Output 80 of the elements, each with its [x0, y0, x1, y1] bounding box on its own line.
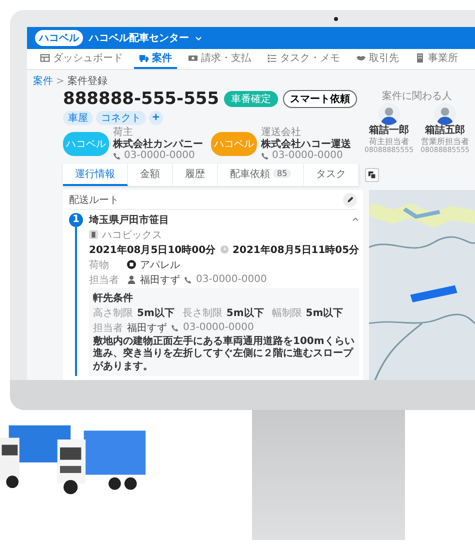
box-icon — [127, 260, 136, 269]
company-name: 株式会社ハコー運送 — [261, 138, 351, 150]
condition-label: 長さ制限 — [182, 306, 222, 320]
access-note: 敷地内の建物正面左手にある車両通用道路を100mくらい進み、突き当りを左折してすぐ左側に２階に進むスロープがあります。 — [93, 336, 356, 373]
company-logo: ハコベル — [63, 132, 109, 156]
building-icon — [415, 53, 425, 63]
status-badge: 車番確定 — [224, 91, 278, 107]
conditions-title: 軒先条件 — [93, 292, 134, 304]
caret-icon[interactable] — [195, 36, 202, 40]
end-time: 2021年08月5日11時05分 — [232, 244, 360, 256]
tab[interactable]: 運行情報 — [63, 164, 128, 186]
copy-icon — [368, 170, 376, 178]
contact-phone: 03-0000-0000 — [196, 274, 267, 285]
tab[interactable]: 履歴 — [173, 164, 218, 186]
phone-icon — [184, 276, 192, 284]
field-label: 担当者 — [89, 274, 120, 286]
card-title: 配送ルート — [69, 194, 119, 206]
app-logo: ハコベル — [35, 30, 83, 46]
nav-tab[interactable]: 事業所 — [410, 49, 463, 69]
add-tag-button[interactable]: + — [149, 111, 163, 125]
condition-value: 5m以下 — [137, 306, 174, 320]
condition-value: 5m以下 — [226, 306, 264, 320]
banknote-icon — [188, 53, 198, 63]
company-phone: 03-0000-0000 — [124, 150, 195, 162]
chevron-up-icon[interactable] — [352, 217, 360, 222]
nav-tab[interactable]: タスク・メモ — [262, 49, 345, 69]
company-logo: ハコベル — [211, 132, 257, 156]
person-name: 箱詰一郎 — [369, 125, 409, 136]
cargo-value: アパレル — [140, 258, 180, 272]
contact-phone: 03-0000-0000 — [183, 322, 254, 333]
count-badge: 85 — [273, 169, 292, 178]
building-icon — [89, 230, 98, 239]
copy-button[interactable] — [365, 168, 380, 182]
avatar-icon — [378, 103, 400, 125]
contact-name: 福田すず — [127, 322, 167, 334]
smart-request-button[interactable]: スマート依頼 — [283, 90, 358, 108]
breadcrumb-current: 案件登録 — [67, 74, 108, 88]
company-phone: 03-0000-0000 — [272, 150, 343, 162]
board-icon — [40, 53, 50, 63]
stop-address: 埼玉県戸田市笹目 — [89, 213, 169, 226]
stop-company: ハコビックス — [102, 228, 162, 242]
list-icon — [267, 53, 277, 63]
case-number: 888888-555-555 — [63, 89, 220, 109]
person-role: 営業所担当者 — [421, 136, 469, 146]
nav-tab[interactable]: 請求・支払 — [183, 49, 256, 69]
person-icon — [127, 275, 136, 284]
stop-number: 1 — [69, 212, 83, 226]
nav-tab[interactable]: 案件 — [134, 49, 177, 69]
person-role: 荷主担当者 — [369, 136, 409, 146]
tab[interactable]: 配車依頼 85 — [218, 164, 304, 186]
tab[interactable]: 金額 — [128, 164, 173, 186]
field-label: 担当者 — [93, 322, 123, 334]
people-heading: 案件に関わる人 — [382, 90, 452, 103]
camera-dot — [334, 16, 338, 20]
tag: コネクト — [96, 111, 146, 125]
phone-icon — [171, 324, 179, 332]
nav-tab[interactable]: 取引先 — [351, 49, 404, 69]
breadcrumb-separator: > — [56, 76, 64, 86]
pencil-icon — [346, 196, 354, 203]
person-name: 箱詰五郎 — [425, 125, 465, 136]
nav-tab[interactable]: ダッシュボード — [35, 49, 128, 69]
field-label: 荷物 — [89, 258, 110, 272]
avatar-icon — [434, 103, 456, 125]
app-title[interactable]: ハコベル配車センター — [89, 31, 189, 45]
phone-icon — [261, 152, 269, 160]
company-role: 運送会社 — [261, 127, 302, 138]
company-role: 荷主 — [113, 127, 134, 138]
condition-label: 幅制限 — [272, 306, 302, 320]
company-name: 株式会社カンパニー — [113, 138, 203, 150]
breadcrumb-link[interactable]: 案件 — [33, 74, 53, 88]
condition-label: 高さ制限 — [93, 306, 133, 320]
truck-icon — [139, 53, 149, 63]
condition-value: 5m以下 — [306, 306, 344, 320]
start-time: 2021年08月5日10時00分 — [89, 244, 216, 256]
tag: 車屋 — [63, 111, 93, 125]
contact-name: 福田すず — [140, 274, 180, 286]
phone-icon — [113, 152, 121, 160]
edit-button[interactable] — [343, 192, 357, 206]
clock-icon — [220, 245, 229, 254]
tab[interactable]: タスク — [304, 164, 360, 186]
